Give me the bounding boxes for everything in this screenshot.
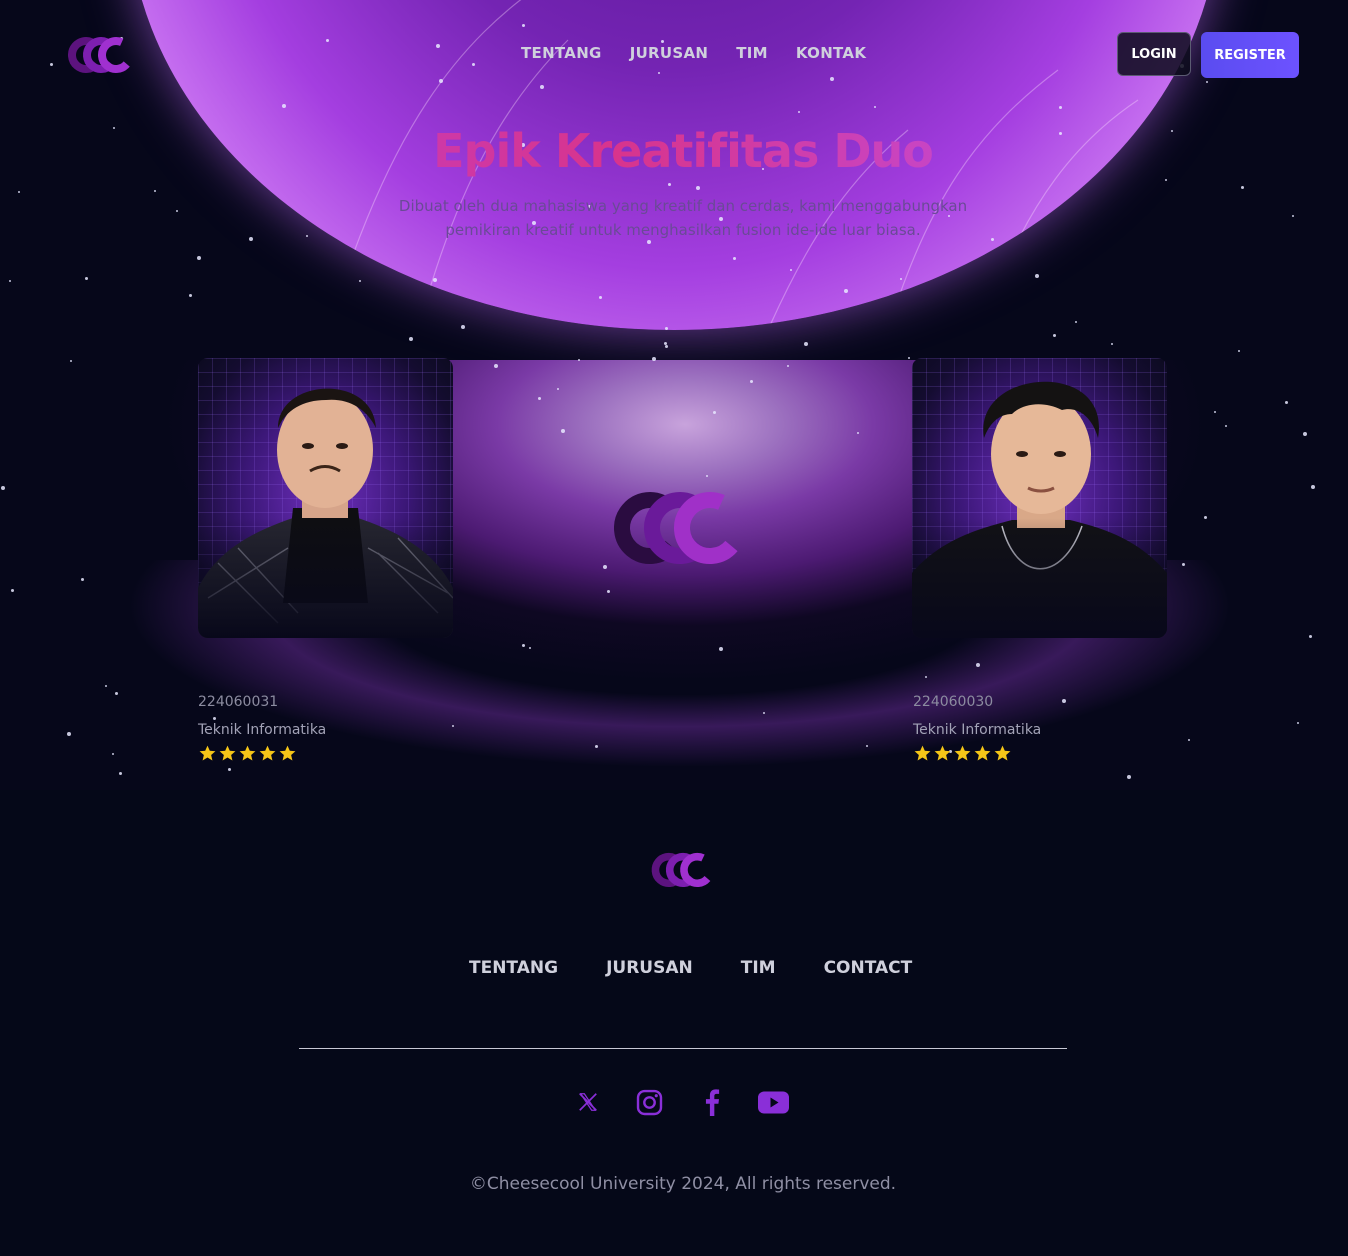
star-dot [1297,722,1299,724]
login-button[interactable]: LOGIN [1117,32,1191,76]
nav-tentang[interactable]: TENTANG [521,44,602,62]
nav-tim[interactable]: TIM [736,44,768,62]
star-dot [664,342,667,345]
star-dot [1309,635,1312,638]
rating-stars [198,744,326,763]
star-dot [409,337,413,341]
star-dot [665,345,668,348]
nav-kontak[interactable]: KONTAK [796,44,866,62]
star-dot [112,753,114,755]
star-dot [67,732,71,736]
star-dot [1303,432,1307,436]
team-info-1: 224060031 Teknik Informatika [198,694,326,763]
star-icon [994,745,1011,761]
star-icon [934,745,951,761]
footer-divider [299,1048,1067,1049]
youtube-icon[interactable] [758,1086,789,1118]
star-icon [954,745,971,761]
star-dot [1111,343,1113,345]
hero-title: Epik Kreatifitas Duo [0,124,1348,178]
student-major: Teknik Informatika [198,722,327,738]
copyright-text: ©Cheesecool University 2024, All rights … [469,1174,897,1194]
star-icon [219,745,236,761]
footer-nav-jurusan[interactable]: JURUSAN [606,958,693,978]
footer-nav-contact[interactable]: CONTACT [824,958,913,978]
footer-nav-tim[interactable]: TIM [741,958,776,978]
site-footer: TENTANG JURUSAN TIM CONTACT ©Cheesecool … [0,790,1348,1256]
register-button[interactable]: REGISTER [1201,32,1299,78]
star-dot [81,578,84,581]
star-dot [85,277,88,280]
star-dot [1238,350,1240,352]
star-icon [914,745,931,761]
cc-logo-icon [67,37,134,73]
x-icon[interactable] [572,1086,603,1118]
star-icon [974,745,991,761]
nav-jurusan[interactable]: JURUSAN [630,44,709,62]
star-dot [115,692,118,695]
star-dot [1311,485,1315,489]
star-icon [259,745,276,761]
team-info-2: 224060030 Teknik Informatika [913,694,1041,763]
team-card-2 [912,358,1167,638]
cc-logo-icon [614,492,746,564]
student-id: 224060031 [198,694,279,710]
student-major: Teknik Informatika [913,722,1042,738]
star-dot [105,685,107,687]
star-icon [199,745,216,761]
star-dot [908,357,910,359]
hero-subtitle: Dibuat oleh dua mahasiswa yang kreatif d… [398,197,968,239]
instagram-icon[interactable] [634,1086,665,1118]
footer-logo[interactable] [651,850,715,892]
facebook-icon[interactable] [696,1086,727,1118]
star-dot [9,280,11,282]
star-dot [1,486,5,490]
star-dot [119,772,122,775]
star-dot [70,360,72,362]
social-links [572,1086,789,1118]
footer-nav: TENTANG JURUSAN TIM CONTACT [469,958,912,978]
star-dot [11,589,14,592]
star-icon [279,745,296,761]
star-dot [1292,215,1294,217]
cc-logo-icon [651,852,715,888]
star-icon [239,745,256,761]
team-card-1 [198,358,453,638]
main-nav: TENTANG JURUSAN TIM KONTAK [521,44,866,62]
star-dot [18,191,20,193]
center-logo [614,486,748,570]
rating-stars [913,744,1041,763]
star-dot [804,342,808,346]
student-id: 224060030 [913,694,994,710]
footer-nav-tentang[interactable]: TENTANG [469,958,558,978]
header-logo[interactable] [67,34,134,78]
star-dot [1285,401,1288,404]
site-header: TENTANG JURUSAN TIM KONTAK LOGIN REGISTE… [0,0,1348,110]
star-dot [1241,186,1244,189]
star-dot [1053,334,1056,337]
